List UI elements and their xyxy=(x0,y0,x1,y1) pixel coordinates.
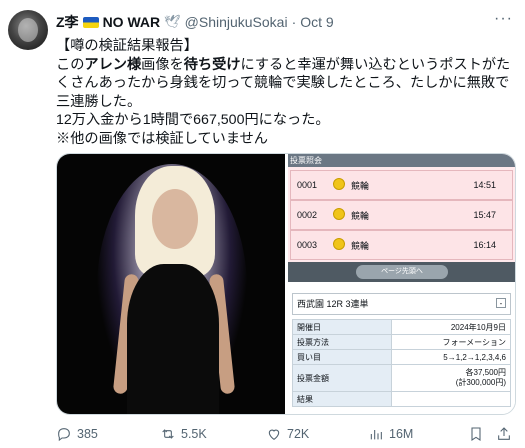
table-row: 開催日 2024年10月9日 xyxy=(292,319,511,335)
table-row: 結果 xyxy=(292,391,511,407)
views-icon xyxy=(370,430,382,440)
vote-results-screenshot[interactable]: 投票照会 0001 競輪 14:51 0002 競輪 15:47 0003 競輪… xyxy=(288,154,515,282)
views-count: 16M xyxy=(389,427,414,441)
bet-detail-screenshot[interactable]: 西武園 12R 3連単 - 開催日 2024年10月9日 投票方法 フォーメーション… xyxy=(288,285,515,414)
page-top-button: ページ先頭へ xyxy=(356,265,448,279)
tweet-actions: 385 5.5K 72K 16M xyxy=(56,424,516,444)
tweet-line-3: 12万入金から1時間で667,500円になった。 xyxy=(56,112,330,128)
reply-count: 385 xyxy=(77,427,98,441)
result-row: 0001 競輪 14:51 xyxy=(290,170,513,200)
medal-icon xyxy=(333,178,345,190)
tweet-line-4: ※他の画像では検証していません xyxy=(56,130,268,147)
results-title: 投票照会 xyxy=(288,154,515,167)
result-number: 0003 xyxy=(297,240,318,250)
table-row: 投票方法 フォーメーション xyxy=(292,334,511,350)
tweet-line-1: 【噂の検証結果報告】 xyxy=(56,38,198,54)
race-title: 西武園 12R 3連単 - xyxy=(292,293,511,315)
tweet-line-2: このアレン様画像を待ち受けにすると幸運が舞い込むというポストがたくさんあったから… xyxy=(56,56,511,110)
result-kind: 競輪 xyxy=(351,210,370,221)
like-button[interactable]: 72K xyxy=(266,426,309,442)
author-name-suffix[interactable]: NO WAR xyxy=(103,14,161,30)
ukraine-flag-icon xyxy=(82,16,99,28)
repost-button[interactable]: 5.5K xyxy=(160,426,207,442)
result-row: 0003 競輪 16:14 xyxy=(290,230,513,260)
result-number: 0002 xyxy=(297,210,318,220)
avatar[interactable] xyxy=(8,10,48,50)
result-time: 15:47 xyxy=(473,210,496,220)
bookmark-button[interactable] xyxy=(468,426,484,442)
bookmark-icon xyxy=(471,427,481,441)
table-row: 買い目 5→1,2→1,2,3,4,6 xyxy=(292,349,511,365)
tweet-header: Z李 NO WAR 🕊 @ShinjukuSokai · Oct 9 xyxy=(56,12,334,32)
result-kind: 競輪 xyxy=(351,240,370,251)
repost-icon xyxy=(162,429,174,439)
reply-button[interactable]: 385 xyxy=(56,426,98,442)
reply-icon xyxy=(58,428,70,442)
bet-detail-table: 開催日 2024年10月9日 投票方法 フォーメーション 買い目 5→1,2→1,2,… xyxy=(292,319,511,407)
result-time: 16:14 xyxy=(473,240,496,250)
result-row: 0002 競輪 15:47 xyxy=(290,200,513,230)
tweet-text: 【噂の検証結果報告】 このアレン様画像を待ち受けにすると幸運が舞い込むというポス… xyxy=(56,37,516,148)
result-number: 0001 xyxy=(297,180,318,190)
repost-count: 5.5K xyxy=(181,427,207,441)
dove-icon: 🕊 xyxy=(164,14,181,29)
result-time: 14:51 xyxy=(473,180,496,190)
share-icon xyxy=(498,427,510,440)
author-name[interactable]: Z李 xyxy=(56,12,79,32)
share-button[interactable] xyxy=(496,426,512,442)
like-count: 72K xyxy=(287,427,310,441)
result-kind: 競輪 xyxy=(351,180,370,191)
media-grid[interactable]: 投票照会 0001 競輪 14:51 0002 競輪 15:47 0003 競輪… xyxy=(56,153,516,415)
table-row: 投票金額 各37,500円 (計300,000円) xyxy=(292,364,511,392)
views-button[interactable]: 16M xyxy=(368,426,413,442)
tweet-date[interactable]: Oct 9 xyxy=(300,14,333,30)
medal-icon xyxy=(333,238,345,250)
heart-icon xyxy=(268,429,280,440)
medal-icon xyxy=(333,208,345,220)
separator-dot: · xyxy=(291,14,297,30)
collapse-icon: - xyxy=(496,298,506,308)
author-handle[interactable]: @ShinjukuSokai xyxy=(185,14,288,30)
portrait-photo[interactable] xyxy=(57,154,285,414)
more-options-button[interactable]: ··· xyxy=(494,10,513,28)
